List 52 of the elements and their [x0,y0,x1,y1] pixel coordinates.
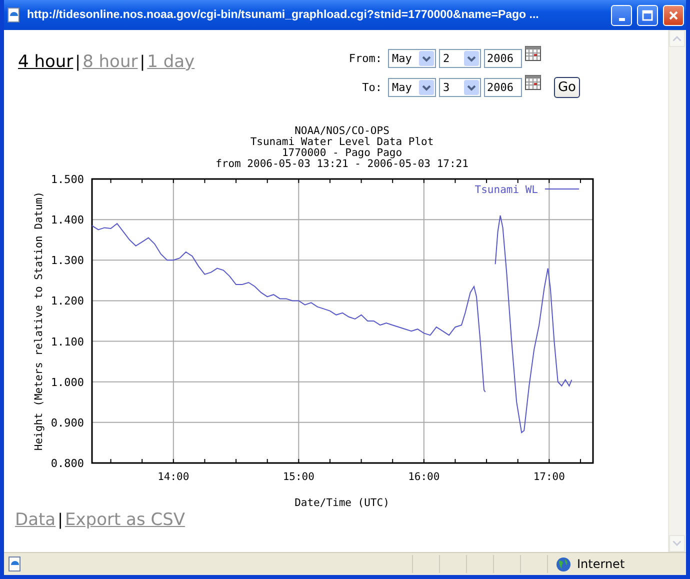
date-label: From: [348,52,382,65]
x-tick-label: 16:00 [408,471,440,483]
page-icon [7,556,23,572]
minimize-button[interactable] [611,4,632,26]
x-tick-label: 15:00 [282,471,314,483]
x-axis-label: Date/Time (UTC) [294,497,390,509]
day-select[interactable]: 3 [439,78,481,97]
link-separator: | [75,52,81,71]
y-tick-label: 0.900 [50,416,84,430]
range-link[interactable]: 4 hour [18,52,74,72]
year-input[interactable]: 2006 [484,49,522,68]
y-tick-label: 1.400 [50,214,84,227]
legend-label: Tsunami WL [474,184,538,196]
chart-title: Tsunami Water Level Data Plot [250,136,434,148]
legend-line [544,188,580,190]
chevron-down-icon [673,541,681,546]
maximize-button[interactable] [637,4,658,26]
chevron-down-icon [419,51,434,66]
chart-title: 1770000 - Pago Pago [282,147,402,159]
x-tick-label: 17:00 [533,471,565,483]
y-tick-label: 1.100 [50,335,84,348]
month-select[interactable]: May [388,49,436,68]
y-tick-label: 1.500 [50,173,84,186]
y-axis-label: Height (Meters relative to Station Datum) [33,191,45,451]
globe-icon [556,556,571,572]
chevron-up-icon [673,36,681,41]
calendar-icon[interactable] [525,75,541,90]
date-label: To: [361,81,382,94]
zone-label: Internet [577,557,625,571]
y-tick-label: 1.000 [50,376,84,389]
y-tick-label: 1.200 [50,294,84,308]
go-button[interactable]: Go [554,77,580,98]
chevron-down-icon [419,80,434,95]
month-select[interactable]: May [388,78,436,97]
y-tick-label: 0.800 [50,457,84,470]
chevron-down-icon [464,80,479,95]
x-tick-label: 14:00 [158,471,190,483]
day-select[interactable]: 2 [439,49,481,68]
y-tick-label: 1.300 [50,254,84,268]
close-button[interactable] [663,4,684,26]
browser-page-icon [6,7,22,23]
minimize-icon [618,18,624,20]
close-icon [668,10,679,20]
maximize-icon [642,10,653,20]
window-title: http://tidesonline.nos.noaa.gov/cgi-bin/tsunami_graphload.cgi?stnid=1770000&name=Pago ... [27,9,540,21]
link-separator: | [58,510,63,529]
calendar-icon[interactable] [525,46,541,61]
chevron-down-icon [464,51,479,66]
chart-title: from 2006-05-03 13:21 - 2006-05-03 17:21 [216,158,468,170]
year-input[interactable]: 2006 [484,78,522,97]
chart-title: NOAA/NOS/CO-OPS [294,125,390,137]
link-separator: | [140,52,146,71]
